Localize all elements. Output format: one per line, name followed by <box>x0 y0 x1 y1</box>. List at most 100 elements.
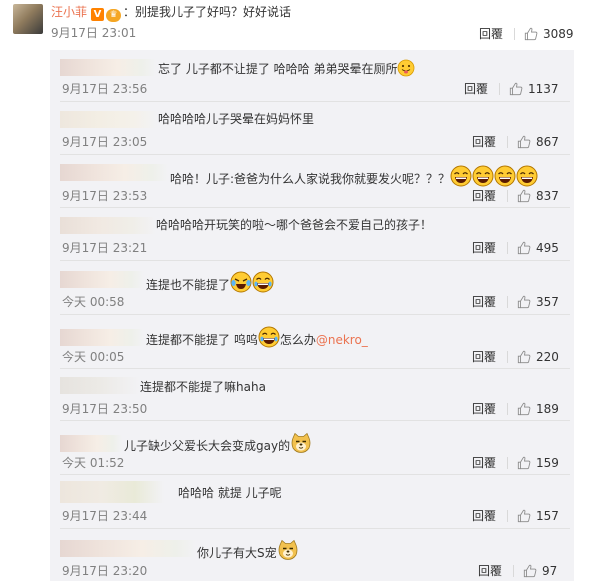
comment-time: 9月17日 23:20 <box>62 564 148 578</box>
replies-list: 忘了 儿子都不让提了 哈哈哈 弟弟哭晕在厕所 9月17日 23:56 回覆 11… <box>50 50 574 581</box>
like-button[interactable]: 837 <box>517 188 559 204</box>
comment-time: 9月17日 23:44 <box>62 509 148 523</box>
thumbs-up-icon <box>517 189 531 203</box>
divider <box>507 403 508 415</box>
reply-link[interactable]: 回覆 <box>472 240 496 256</box>
author-avatar[interactable] <box>13 4 43 34</box>
divider <box>507 351 508 363</box>
thumbs-up-icon <box>524 27 538 41</box>
comment-text: 哈哈哈哈开玩笑的啦～哪个爸爸会不爱自己的孩子！ <box>156 218 433 232</box>
like-count: 867 <box>536 135 559 149</box>
reply-link[interactable]: 回覆 <box>472 294 496 310</box>
comment-time: 9月17日 23:56 <box>62 82 148 96</box>
like-count: 837 <box>536 189 559 203</box>
laughing-face-icon <box>252 271 274 293</box>
like-count: 159 <box>536 456 559 470</box>
reply-link[interactable]: 回覆 <box>478 563 502 579</box>
like-button[interactable]: 97 <box>523 563 557 579</box>
post-reply-link[interactable]: 回覆 <box>479 26 503 42</box>
thumbs-up-icon <box>509 82 523 96</box>
doge-face-icon <box>278 539 298 560</box>
reply-link[interactable]: 回覆 <box>472 349 496 365</box>
face-with-tongue-icon <box>398 59 415 77</box>
like-button[interactable]: 189 <box>517 401 559 417</box>
emoji-group <box>450 165 538 187</box>
comment-text: 儿子缺少父爱长大会变成gay的 <box>124 432 312 455</box>
emoji-group <box>230 271 274 293</box>
divider <box>507 242 508 254</box>
blurred-username <box>60 111 158 128</box>
crying-laughing-face-icon <box>230 271 252 293</box>
reply-link[interactable]: 回覆 <box>472 455 496 471</box>
list-item: 连提都不能提了 呜呜 怎么办@nekro_ 今天 00:05 回覆 220 <box>50 315 574 369</box>
divider <box>514 28 515 40</box>
like-button[interactable]: 157 <box>517 508 559 524</box>
post-text: ：别提我儿子了好吗？好好说话 <box>123 5 292 19</box>
author-name[interactable]: 汪小菲 <box>51 5 87 19</box>
list-item: 哈哈哈哈儿子哭晕在妈妈怀里 9月17日 23:05 回覆 867 <box>50 102 574 155</box>
blurred-username <box>60 540 196 557</box>
divider <box>507 457 508 469</box>
blurred-username <box>60 435 122 452</box>
list-item: 连提也不能提了 今天 00:58 回覆 357 <box>50 261 574 315</box>
comment-text: 忘了 儿子都不让提了 哈哈哈 弟弟哭晕在厕所 <box>158 59 415 78</box>
comment-text: 哈哈！儿子:爸爸为什么人家说我你就要发火呢？？？ <box>170 165 538 188</box>
list-item: 哈哈！儿子:爸爸为什么人家说我你就要发火呢？？？ 9月17日 23:53 回覆 … <box>50 155 574 208</box>
divider <box>507 296 508 308</box>
reply-link[interactable]: 回覆 <box>472 188 496 204</box>
blurred-username <box>60 164 168 181</box>
thumbs-up-icon <box>517 509 531 523</box>
list-item: 儿子缺少父爱长大会变成gay的 今天 01:52 回覆 159 <box>50 421 574 475</box>
reply-link[interactable]: 回覆 <box>472 508 496 524</box>
like-count: 189 <box>536 402 559 416</box>
thumbs-up-icon <box>517 135 531 149</box>
like-button[interactable]: 220 <box>517 349 559 365</box>
list-item: 哈哈哈 就提 儿子呢 9月17日 23:44 回覆 157 <box>50 475 574 529</box>
blurred-username <box>60 271 144 288</box>
like-button[interactable]: 495 <box>517 240 559 256</box>
like-count: 1137 <box>528 82 559 96</box>
like-button[interactable]: 357 <box>517 294 559 310</box>
divider <box>507 190 508 202</box>
grinning-face-icon <box>450 165 472 187</box>
blurred-username <box>60 377 140 394</box>
like-count: 357 <box>536 295 559 309</box>
laughing-face-icon <box>258 326 280 348</box>
like-count: 495 <box>536 241 559 255</box>
like-button[interactable]: 159 <box>517 455 559 471</box>
blurred-username <box>60 59 156 76</box>
list-item: 你儿子有大S宠 9月17日 23:20 回覆 97 <box>50 529 574 581</box>
reply-link[interactable]: 回覆 <box>472 401 496 417</box>
grinning-face-icon <box>472 165 494 187</box>
comment-time: 今天 00:58 <box>62 295 125 309</box>
divider <box>513 565 514 577</box>
list-item: 忘了 儿子都不让提了 哈哈哈 弟弟哭晕在厕所 9月17日 23:56 回覆 11… <box>50 50 574 102</box>
like-count: 157 <box>536 509 559 523</box>
verified-v-icon: V <box>91 8 105 21</box>
like-button[interactable]: 867 <box>517 134 559 150</box>
like-button[interactable]: 1137 <box>509 81 559 97</box>
thumbs-up-icon <box>517 241 531 255</box>
post-like-button[interactable]: 3089 <box>524 26 574 42</box>
thumbs-up-icon <box>517 350 531 364</box>
comment-text: 连提都不能提了嘛haha <box>140 380 266 394</box>
comment-text: 哈哈哈 就提 儿子呢 <box>178 486 282 500</box>
blurred-username <box>60 481 164 503</box>
comment-time: 9月17日 23:05 <box>62 135 148 149</box>
doge-face-icon <box>291 432 311 453</box>
comment-text: 哈哈哈哈儿子哭晕在妈妈怀里 <box>158 112 315 126</box>
comment-time: 9月17日 23:21 <box>62 241 148 255</box>
post-line: 汪小菲 V ♛ ：别提我儿子了好吗？好好说话 <box>51 3 292 22</box>
comment-text: 你儿子有大S宠 <box>197 539 299 562</box>
vip-level-icon: ♛ <box>106 9 122 22</box>
comment-thread: 汪小菲 V ♛ ：别提我儿子了好吗？好好说话 9月17日 23:01 回覆 3089 … <box>0 0 594 581</box>
blurred-username <box>60 329 144 346</box>
reply-link[interactable]: 回覆 <box>464 81 488 97</box>
list-item: 哈哈哈哈开玩笑的啦～哪个爸爸会不爱自己的孩子！ 9月17日 23:21 回覆 4… <box>50 208 574 261</box>
user-mention-link[interactable]: @nekro_ <box>316 333 368 347</box>
comment-time: 今天 00:05 <box>62 350 125 364</box>
comment-time: 9月17日 23:50 <box>62 402 148 416</box>
reply-link[interactable]: 回覆 <box>472 134 496 150</box>
grinning-face-icon <box>516 165 538 187</box>
divider <box>499 83 500 95</box>
